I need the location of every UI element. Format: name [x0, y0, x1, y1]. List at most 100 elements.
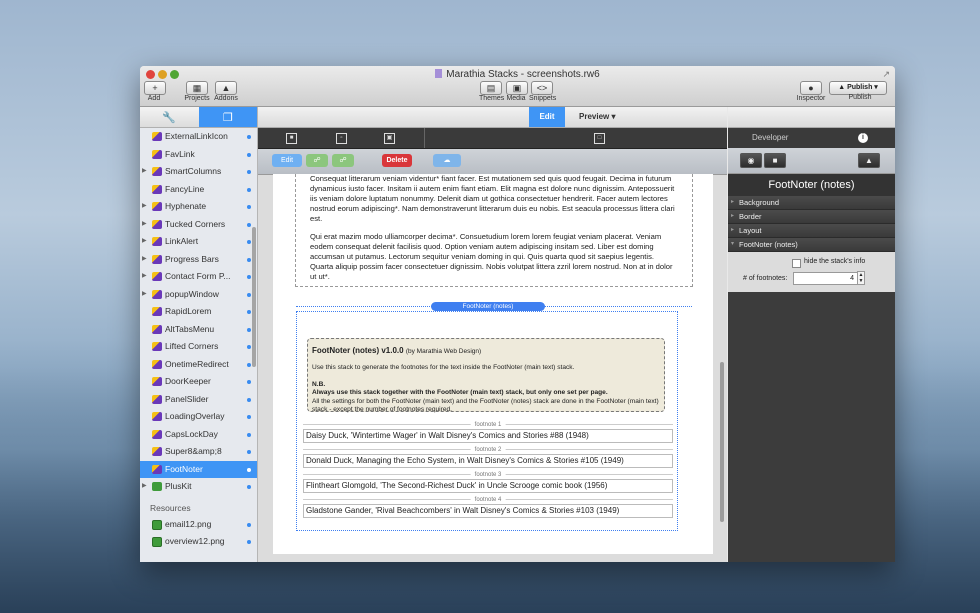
- addons-button[interactable]: ▲ Addons: [214, 81, 238, 102]
- template-icon[interactable]: ▫: [336, 133, 347, 144]
- footnote-text[interactable]: Donald Duck, Managing the Echo System, i…: [303, 454, 673, 468]
- projects-button[interactable]: ▦ Projects: [184, 81, 210, 102]
- main-text[interactable]: Consequat litterarum veniam videntur* fi…: [310, 174, 678, 290]
- inspector-title: FootNoter (notes): [728, 174, 895, 196]
- section-background[interactable]: Background: [728, 196, 895, 210]
- sidebar-item[interactable]: AltTabsMenu: [140, 321, 257, 339]
- sidebar-item[interactable]: PanelSlider: [140, 391, 257, 409]
- fullscreen-icon[interactable]: ↗: [882, 69, 890, 80]
- sidebar-item[interactable]: Lifted Corners: [140, 338, 257, 356]
- footnote-count-stepper[interactable]: ▲ ▼: [857, 271, 865, 285]
- status-dot-icon: [247, 257, 251, 262]
- editor-scrollbar[interactable]: [720, 362, 724, 522]
- footnote-divider: footnote 4: [303, 497, 673, 503]
- footnote-count-input[interactable]: 4: [793, 272, 858, 285]
- sidebar-item[interactable]: RapidLorem: [140, 303, 257, 321]
- sidebar-item[interactable]: ▶ PlusKit: [140, 478, 257, 496]
- sidebar-item[interactable]: ▶ Tucked Corners: [140, 216, 257, 234]
- image-icon[interactable]: ▣: [384, 133, 395, 144]
- sidebar-item[interactable]: ▶ LinkAlert: [140, 233, 257, 251]
- sidebar-item-label: FavLink: [165, 148, 195, 159]
- wrench-icon: 🔧: [162, 111, 177, 124]
- status-dot-icon: [247, 240, 251, 244]
- status-dot-icon: [247, 540, 251, 544]
- delete-button[interactable]: Delete: [382, 154, 412, 167]
- disclosure-triangle-icon[interactable]: ▶: [142, 268, 147, 286]
- sidebar-scrollbar[interactable]: [252, 227, 256, 367]
- add-button[interactable]: + Add: [144, 81, 166, 102]
- layout-icon[interactable]: □: [594, 133, 605, 144]
- disclosure-triangle-icon[interactable]: ▶: [142, 233, 147, 251]
- sidebar-item[interactable]: LoadingOverlay: [140, 408, 257, 426]
- resources-heading: Resources: [150, 502, 191, 513]
- tab-pages[interactable]: ❐: [198, 107, 257, 127]
- stack-icon: [152, 219, 162, 229]
- disclosure-triangle-icon[interactable]: ▶: [142, 163, 147, 181]
- sidebar-item[interactable]: FootNoter: [140, 460, 257, 478]
- eye-icon[interactable]: ◉: [740, 153, 762, 168]
- footnote-text[interactable]: Daisy Duck, 'Wintertime Wager' in Walt D…: [303, 429, 673, 443]
- disclosure-triangle-icon[interactable]: ▶: [142, 286, 147, 304]
- hide-info-checkbox[interactable]: [792, 259, 801, 268]
- footnote-text[interactable]: Gladstone Gander, 'Rival Beachcombers' i…: [303, 504, 673, 518]
- status-dot-icon: [247, 222, 251, 227]
- disclosure-triangle-icon[interactable]: ▶: [142, 478, 147, 496]
- themes-button[interactable]: ▤ Themes: [479, 81, 504, 102]
- sidebar-item[interactable]: ▶ Contact Form P...: [140, 268, 257, 286]
- sidebar-item[interactable]: Super8&amp;8: [140, 443, 257, 461]
- stack-icon: [152, 237, 162, 246]
- sidebar-item[interactable]: ▶ SmartColumns: [140, 163, 257, 181]
- sidebar-item[interactable]: ▶ Hyphenate: [140, 198, 257, 216]
- stack-icon: [152, 254, 162, 264]
- media-button[interactable]: ▣ Media: [506, 81, 528, 102]
- main-text-stack[interactable]: Consequat litterarum veniam videntur* fi…: [295, 174, 693, 287]
- paragraph-1: Consequat litterarum veniam videntur* fi…: [310, 174, 675, 223]
- cloud-icon[interactable]: ☁: [433, 154, 461, 167]
- status-dot-icon: [247, 485, 251, 489]
- stack-library-icon[interactable]: ■: [286, 133, 297, 144]
- sidebar-item[interactable]: FavLink: [140, 146, 257, 164]
- publish-dropdown-button[interactable]: ▲ Publish ▾: [829, 81, 887, 95]
- status-dot-icon: [247, 292, 251, 297]
- sidebar-item-label: AltTabsMenu: [165, 323, 215, 334]
- stack-icon: [152, 132, 162, 141]
- link-icon[interactable]: ☍: [306, 154, 328, 167]
- stack-label-pill[interactable]: FootNoter (notes): [431, 302, 545, 311]
- sidebar-item-label: PanelSlider: [165, 393, 209, 404]
- edit-stack-button[interactable]: Edit: [272, 154, 302, 167]
- snippets-button[interactable]: <> Snippets: [529, 81, 556, 102]
- stack-icon: [152, 202, 162, 211]
- footnoter-notes-stack[interactable]: FootNoter (notes) v1.0.0 (by Marathia We…: [296, 311, 678, 531]
- lock-icon[interactable]: ■: [764, 153, 786, 168]
- sidebar-item[interactable]: OnetimeRedirect: [140, 356, 257, 374]
- sidebar-item[interactable]: ▶ popupWindow: [140, 286, 257, 304]
- footnote-label: footnote 1: [470, 422, 506, 428]
- disclosure-triangle-icon[interactable]: ▶: [142, 198, 147, 216]
- section-layout[interactable]: Layout: [728, 224, 895, 238]
- unlink-icon[interactable]: ☍: [332, 154, 354, 167]
- section-footnoter-notes[interactable]: FootNoter (notes): [728, 238, 895, 252]
- tab-preview[interactable]: Preview ▾: [579, 107, 616, 127]
- resource-item[interactable]: overview12.png: [140, 533, 257, 551]
- disclosure-triangle-icon[interactable]: ▶: [142, 216, 147, 234]
- inspector-icon: ●: [800, 81, 822, 95]
- tab-edit[interactable]: Edit: [529, 107, 565, 127]
- sidebar-item-label: popupWindow: [165, 288, 219, 299]
- sidebar-item[interactable]: ▶ Progress Bars: [140, 251, 257, 269]
- export-icon[interactable]: ▲: [858, 153, 880, 168]
- sidebar-item[interactable]: ExternalLinkIcon: [140, 128, 257, 146]
- resource-item[interactable]: email12.png: [140, 516, 257, 534]
- disclosure-triangle-icon[interactable]: ▶: [142, 251, 147, 269]
- section-border[interactable]: Border: [728, 210, 895, 224]
- themes-icon: ▤: [480, 81, 502, 95]
- sidebar-item[interactable]: CapsLockDay: [140, 426, 257, 444]
- sidebar-item[interactable]: DoorKeeper: [140, 373, 257, 391]
- stack-icon: [152, 272, 162, 281]
- inspector-button[interactable]: ● Inspector: [796, 81, 826, 102]
- tab-settings[interactable]: 🔧: [140, 107, 199, 127]
- sidebar-item-label: PlusKit: [165, 481, 192, 491]
- info-icon[interactable]: i: [858, 133, 868, 143]
- sidebar-item[interactable]: FancyLine: [140, 181, 257, 199]
- chevron-down-icon: ▾: [611, 112, 616, 121]
- footnote-text[interactable]: Flintheart Glomgold, 'The Second-Richest…: [303, 479, 673, 493]
